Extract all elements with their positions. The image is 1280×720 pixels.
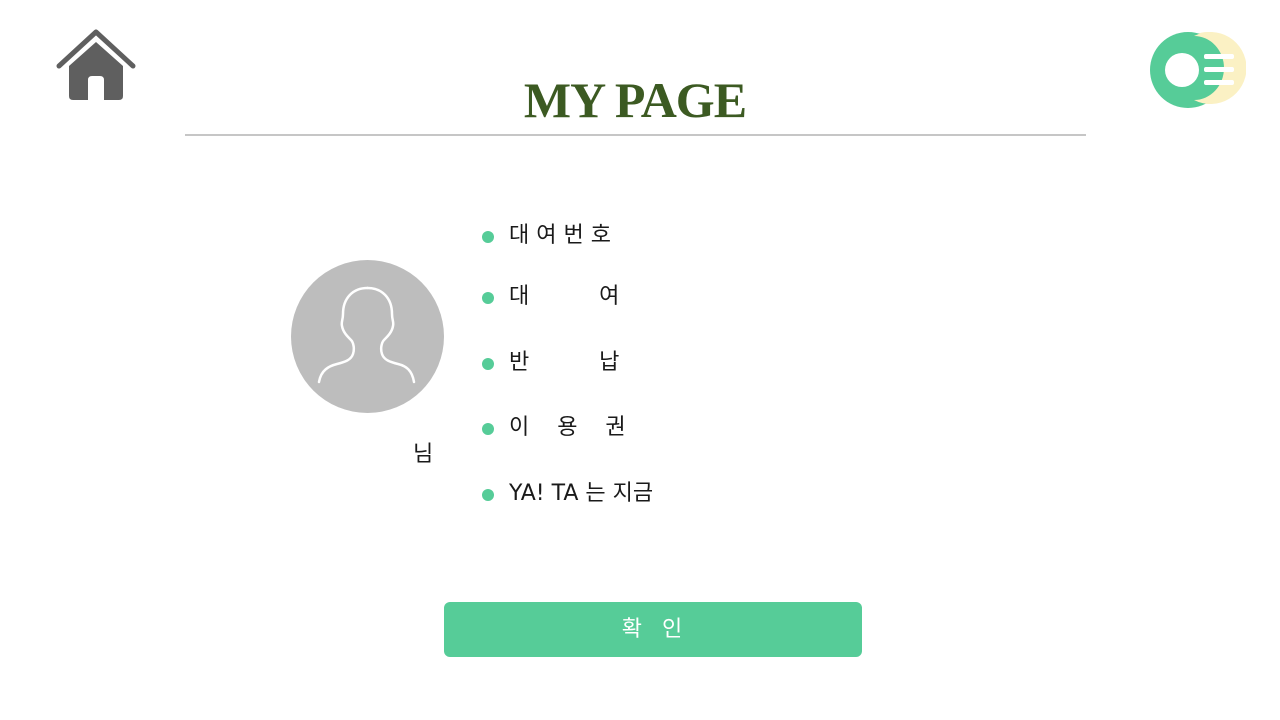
info-label: 반 납 bbox=[509, 350, 620, 375]
header-divider bbox=[185, 134, 1086, 136]
confirm-button-label: 확 인 bbox=[621, 616, 685, 642]
bullet-icon bbox=[482, 423, 494, 435]
user-silhouette-icon bbox=[291, 260, 444, 413]
app-logo-icon bbox=[1150, 32, 1247, 108]
info-label: 대 여 번 호 bbox=[509, 223, 611, 248]
info-item-status: YA! TA 는 지금 bbox=[482, 479, 782, 509]
bullet-icon bbox=[482, 358, 494, 370]
page-title: MY PAGE bbox=[523, 72, 747, 128]
bullet-icon bbox=[482, 489, 494, 501]
info-label: YA! TA 는 지금 bbox=[509, 481, 654, 506]
user-name-suffix: 님 bbox=[413, 442, 434, 467]
info-label: 대 여 bbox=[509, 284, 620, 309]
info-item-return: 반 납 bbox=[482, 348, 782, 378]
info-label: 이 용 권 bbox=[509, 415, 626, 440]
bullet-icon bbox=[482, 292, 494, 304]
confirm-button[interactable]: 확 인 bbox=[444, 602, 862, 657]
info-item-pass: 이 용 권 bbox=[482, 413, 782, 443]
info-item-rental: 대 여 bbox=[482, 282, 782, 312]
app-logo[interactable] bbox=[1148, 30, 1247, 110]
avatar bbox=[291, 260, 444, 413]
bullet-icon bbox=[482, 231, 494, 243]
info-item-rental-number: 대 여 번 호 bbox=[482, 221, 782, 251]
